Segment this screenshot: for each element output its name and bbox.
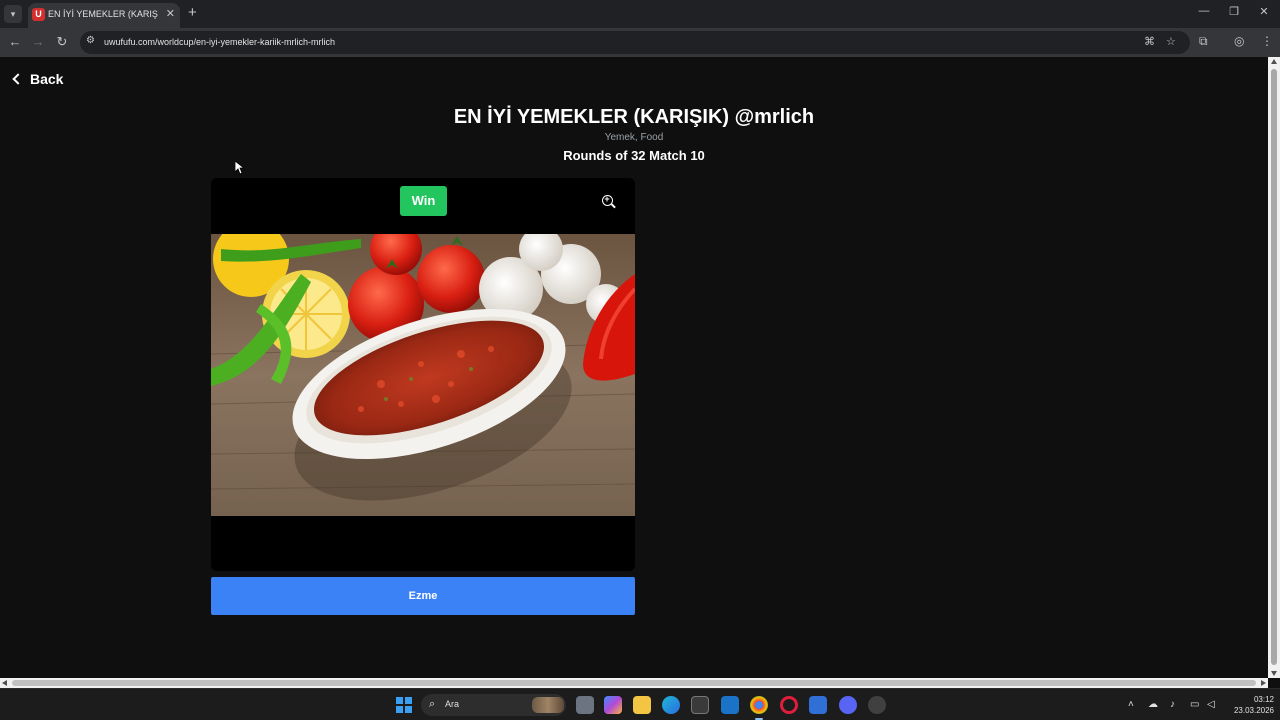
page-title: EN İYİ YEMEKLER (KARIŞIK) @mrlich xyxy=(453,106,815,128)
horizontal-scroll-thumb[interactable] xyxy=(12,680,1256,686)
site-favicon-icon: U xyxy=(32,8,45,21)
network-icon[interactable]: ▭ xyxy=(1190,699,1199,710)
settings-app-icon[interactable] xyxy=(809,696,827,714)
food-image[interactable] xyxy=(211,234,635,516)
windows-start-icon[interactable] xyxy=(396,697,412,713)
store-icon[interactable] xyxy=(691,696,709,714)
onedrive-icon[interactable]: ☁ xyxy=(1148,699,1158,710)
url-text[interactable]: uwufufu.com/worldcup/en-iyi-yemekler-kar… xyxy=(104,37,335,47)
site-info-icon[interactable]: ⚙ xyxy=(86,35,95,46)
edge-icon[interactable] xyxy=(662,696,680,714)
back-label: Back xyxy=(30,71,64,87)
vertical-scrollbar[interactable] xyxy=(1268,57,1280,678)
obs-icon[interactable] xyxy=(868,696,886,714)
vertical-scroll-thumb[interactable] xyxy=(1271,69,1277,665)
back-button[interactable]: Back xyxy=(12,71,64,87)
close-window-button[interactable]: ✕ xyxy=(1250,5,1278,18)
clock[interactable]: 03:12 23.03.2026 xyxy=(1224,694,1274,716)
back-nav-button[interactable]: ← xyxy=(6,34,24,50)
taskbar: ⌕ Ara ˄ ☁ ♪ ▭ ◁ 03:12 23.03.2026 xyxy=(0,688,1280,720)
opera-icon[interactable] xyxy=(780,696,798,714)
bookmark-star-icon[interactable]: ☆ xyxy=(1166,35,1176,48)
clock-time: 03:12 xyxy=(1253,695,1274,704)
volume-icon[interactable]: ◁ xyxy=(1207,699,1215,710)
back-chevron-icon xyxy=(12,73,24,85)
discord-icon[interactable] xyxy=(839,696,857,714)
round-indicator: Rounds of 32 Match 10 xyxy=(563,148,705,163)
category-tags: Yemek, Food xyxy=(604,132,664,143)
new-tab-button[interactable]: + xyxy=(188,5,197,21)
reload-button[interactable]: ↻ xyxy=(53,34,71,50)
win-badge[interactable]: Win xyxy=(400,186,447,216)
browser-toolbar: ← → ↻ ⚙ uwufufu.com/worldcup/en-iyi-yeme… xyxy=(0,28,1280,57)
taskbar-search[interactable]: ⌕ Ara xyxy=(421,694,566,716)
zoom-in-icon[interactable]: + xyxy=(602,194,616,209)
menu-icon[interactable]: ⋮ xyxy=(1261,34,1273,48)
microphone-icon[interactable]: ♪ xyxy=(1170,699,1175,710)
search-icon: ⌕ xyxy=(429,698,436,710)
scroll-up-icon[interactable] xyxy=(1271,59,1277,64)
address-bar[interactable]: ⚙ uwufufu.com/worldcup/en-iyi-yemekler-k… xyxy=(80,31,1190,54)
choice-ezme-button[interactable]: Ezme xyxy=(211,577,635,615)
outlook-icon[interactable] xyxy=(721,696,739,714)
clock-date: 23.03.2026 xyxy=(1233,706,1274,715)
taskbar-search-label: Ara xyxy=(445,699,460,709)
minimize-button[interactable]: — xyxy=(1190,5,1218,17)
task-view-icon[interactable] xyxy=(576,696,594,714)
copilot-icon[interactable] xyxy=(604,696,622,714)
active-tab[interactable]: U EN İYİ YEMEKLER (KARIŞIK) @mrlich ✕ xyxy=(28,3,180,28)
extensions-icon[interactable]: ⧉ xyxy=(1199,34,1208,49)
profile-icon[interactable]: ◎ xyxy=(1234,34,1244,48)
mouse-cursor-icon xyxy=(235,161,245,175)
restore-button[interactable]: ❐ xyxy=(1220,5,1248,18)
search-highlight-image xyxy=(532,697,564,713)
tab-title: EN İYİ YEMEKLER (KARIŞIK) @mrlich xyxy=(48,9,158,19)
translate-icon[interactable]: ⌘ xyxy=(1144,35,1155,48)
chrome-icon[interactable] xyxy=(750,696,768,720)
tab-close-icon[interactable]: ✕ xyxy=(166,8,175,21)
tray-chevron-icon[interactable]: ˄ xyxy=(1128,699,1134,710)
browser-tab-bar: ▾ U EN İYİ YEMEKLER (KARIŞIK) @mrlich ✕ … xyxy=(0,0,1280,28)
scroll-left-icon[interactable] xyxy=(2,680,7,686)
page-viewport: Back EN İYİ YEMEKLER (KARIŞIK) @mrlich Y… xyxy=(0,57,1268,678)
scroll-down-icon[interactable] xyxy=(1271,671,1277,676)
file-explorer-icon[interactable] xyxy=(633,696,651,714)
tab-search-button[interactable]: ▾ xyxy=(4,5,22,23)
horizontal-scrollbar[interactable] xyxy=(0,678,1268,688)
forward-nav-button[interactable]: → xyxy=(29,34,47,50)
candidate-card[interactable]: Win + xyxy=(211,178,635,571)
scroll-right-icon[interactable] xyxy=(1261,680,1266,686)
